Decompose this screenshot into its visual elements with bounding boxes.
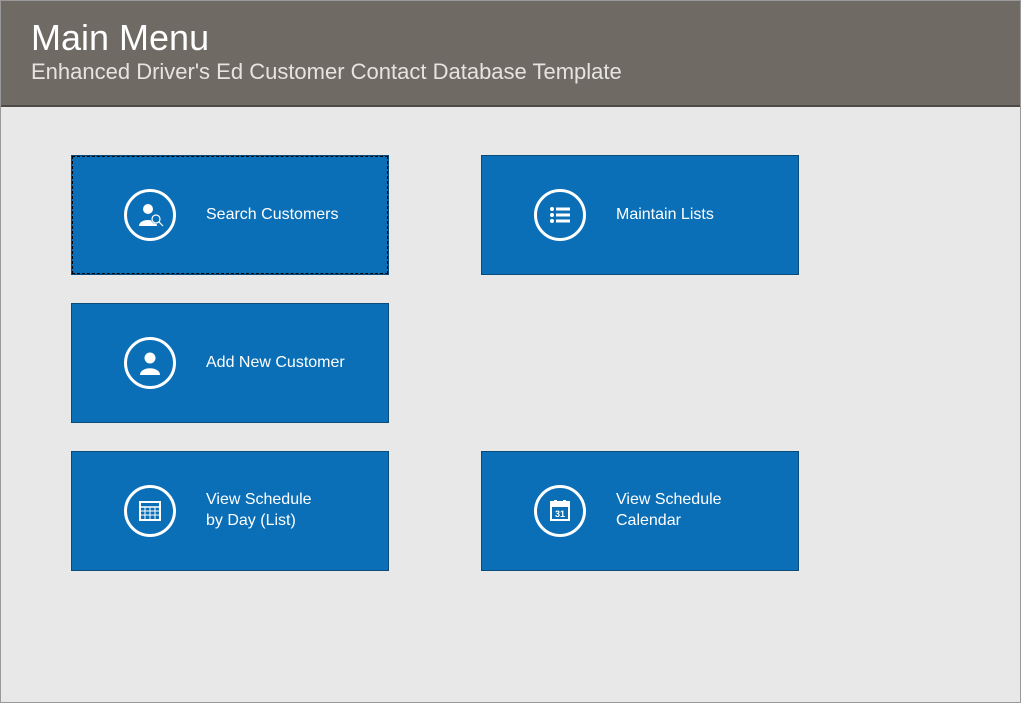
svg-text:31: 31 xyxy=(555,509,565,519)
tile-label: View Schedule by Day (List) xyxy=(206,490,312,532)
tile-label: Add New Customer xyxy=(206,353,345,374)
person-icon xyxy=(124,337,176,389)
search-person-icon xyxy=(124,189,176,241)
calendar-grid-icon xyxy=(124,485,176,537)
maintain-lists-button[interactable]: Maintain Lists xyxy=(481,155,799,275)
calendar-date-icon: 31 xyxy=(534,485,586,537)
search-customers-button[interactable]: Search Customers xyxy=(71,155,389,275)
tile-label: Search Customers xyxy=(206,205,339,226)
tile-label: Maintain Lists xyxy=(616,205,714,226)
view-schedule-day-button[interactable]: View Schedule by Day (List) xyxy=(71,451,389,571)
add-new-customer-button[interactable]: Add New Customer xyxy=(71,303,389,423)
main-menu-grid: Search Customers Maintain Lists Add New … xyxy=(1,107,1020,619)
tile-label: View Schedule Calendar xyxy=(616,490,722,532)
page-title: Main Menu xyxy=(31,19,990,57)
list-icon xyxy=(534,189,586,241)
page-subtitle: Enhanced Driver's Ed Customer Contact Da… xyxy=(31,59,990,85)
header-bar: Main Menu Enhanced Driver's Ed Customer … xyxy=(1,1,1020,107)
view-schedule-calendar-button[interactable]: 31 View Schedule Calendar xyxy=(481,451,799,571)
